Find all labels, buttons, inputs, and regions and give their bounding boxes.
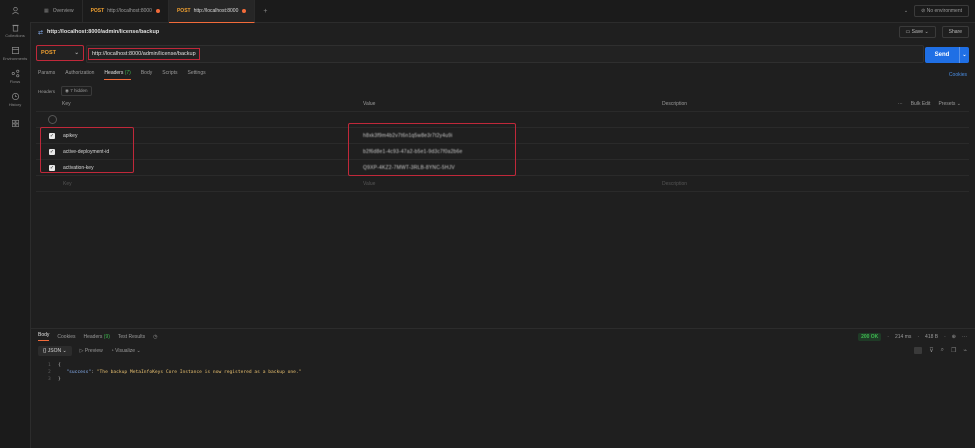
flows-icon [11,69,19,78]
tab-overview[interactable]: ▦ Overview [30,0,83,22]
tab-request-1[interactable]: POST http://localhost:8000 [83,0,169,22]
sidebar-item-environments[interactable]: Environments [0,46,30,61]
request-tabs: Params Authorization Headers (7) Body Sc… [38,70,206,80]
cookies-link[interactable]: Cookies [949,72,967,78]
chevron-down-icon: ⌄ [62,348,67,354]
account-icon[interactable] [0,6,30,15]
link-icon[interactable]: ⌁ [963,347,967,354]
sidebar-item-history[interactable]: History [0,92,30,107]
globe-icon[interactable]: ⊕ [952,334,956,340]
tab-settings[interactable]: Settings [188,70,206,80]
environment-select[interactable]: ⊘ No environment [914,5,969,17]
format-tools: ⊽ ⌕ ❐ ⌁ [914,347,967,354]
new-description-input[interactable]: Description [662,181,687,187]
headers-sublabel: Headers [38,88,56,94]
tab-headers[interactable]: Headers (7) [104,70,131,80]
more-options-icon[interactable]: ··· [962,334,967,340]
format-bar: {} JSON ⌄ ▷ Preview ◔ Visualize ⌄ [38,346,141,356]
chevron-down-icon: ⌄ [136,348,141,354]
url-input[interactable]: http://localhost:8000/admin/license/back… [86,45,924,63]
tab-authorization[interactable]: Authorization [65,70,94,80]
headers-subbar: Headers ◉ 7 hidden [38,86,92,96]
new-key-input[interactable]: Key [63,181,72,187]
send-button[interactable]: Send ⌄ [925,47,969,63]
table-tools: ··· Bulk Edit Presets ⌄ [898,101,961,107]
code-line: 2 "success": "The backup MetaInfoKeys Co… [48,370,302,375]
presets-button[interactable]: Presets ⌄ [938,101,961,107]
sidebar-item-collections[interactable]: Collections [0,23,30,38]
wrap-lines-icon[interactable] [914,347,923,354]
tab-bar: ▦ Overview POST http://localhost:8000 PO… [30,0,975,23]
request-title[interactable]: http://localhost:8000/admin/license/back… [47,29,159,35]
environment-selector-area: ⌄ ⊘ No environment [904,5,969,17]
format-select[interactable]: {} JSON ⌄ [38,346,72,356]
response-meta: 200 OK · 214 ms · 418 B · ⊕ ··· [858,333,967,341]
chevron-down-icon[interactable]: ⌄ [904,8,908,14]
table-row-placeholder: Key Value Description [36,176,969,192]
play-icon: ▷ [79,348,84,354]
eye-icon: ◉ [65,88,69,93]
row-checkbox[interactable] [48,115,57,124]
tab-body[interactable]: Body [141,70,152,80]
code-line: 1{ [48,363,61,368]
chevron-down-icon: ⌄ [924,29,929,35]
environment-icon [11,46,19,55]
tab-response-headers[interactable]: Headers (9) [83,334,109,340]
title-actions: ▭ Save ⌄ Share [898,26,969,38]
more-options-icon[interactable]: ··· [898,101,903,107]
bulk-edit-button[interactable]: Bulk Edit [911,101,931,107]
method-select[interactable]: POST ⌄ [36,45,84,61]
column-description: Description [662,100,688,107]
no-env-icon: ⊘ [921,8,926,14]
new-value-input[interactable]: Value [363,181,375,187]
response-tabs: Body Cookies Headers (9) Test Results ◷ [38,332,158,341]
tab-response-body[interactable]: Body [38,332,50,341]
tab-scripts[interactable]: Scripts [162,70,177,80]
url-bar: POST ⌄ http://localhost:8000/admin/licen… [36,45,924,63]
filter-icon[interactable]: ⊽ [929,347,933,354]
unsaved-dot [242,8,247,13]
code-line: 3} [48,377,61,382]
highlight-keys [40,127,134,173]
visualize-icon: ◔ [110,348,114,354]
unsaved-dot [155,9,160,13]
history-icon[interactable]: ◷ [153,334,157,340]
trash-icon [11,24,19,32]
table-header-row: Key Value Description ··· Bulk Edit Pres… [36,96,969,112]
share-button[interactable]: Share [941,26,969,38]
send-options-chevron-icon[interactable]: ⌄ [959,47,969,63]
chevron-down-icon: ⌄ [74,50,79,56]
hidden-headers-toggle[interactable]: ◉ 7 hidden [61,86,92,96]
tab-response-cookies[interactable]: Cookies [57,334,75,340]
highlight-values [348,123,516,176]
tab-request-2[interactable]: POST http://localhost:8000 [168,0,256,23]
search-icon[interactable]: ⌕ [941,347,944,354]
tab-params[interactable]: Params [38,70,55,80]
url-text: http://localhost:8000/admin/license/back… [88,48,200,60]
response-time[interactable]: 214 ms [895,334,911,340]
sidebar-item-flows[interactable]: Flows [0,69,30,84]
left-sidebar: Collections Environments Flows History [0,0,31,448]
request-titlebar: ⇄ http://localhost:8000/admin/license/ba… [30,22,975,42]
preview-button[interactable]: ▷ Preview [80,348,103,354]
response-size[interactable]: 418 B [925,334,938,340]
save-button[interactable]: ▭ Save ⌄ [898,26,936,38]
response-body[interactable]: 1{ 2 "success": "The backup MetaInfoKeys… [48,362,301,383]
http-icon: ⇄ [38,29,44,36]
copy-icon[interactable]: ❐ [951,347,956,354]
history-icon [11,92,19,101]
visualize-button[interactable]: ◔ Visualize ⌄ [111,348,141,354]
braces-icon: {} [43,348,47,354]
column-key: Key [62,100,71,107]
response-divider[interactable] [30,328,975,329]
grid-icon [11,120,19,127]
overview-icon: ▦ [44,8,49,14]
new-tab-plus-icon[interactable]: + [255,8,275,15]
status-badge[interactable]: 200 OK [858,333,882,341]
tab-test-results[interactable]: Test Results [118,334,145,340]
save-icon: ▭ [905,29,911,35]
column-value: Value [363,100,376,107]
sidebar-item-apps[interactable] [0,119,30,128]
